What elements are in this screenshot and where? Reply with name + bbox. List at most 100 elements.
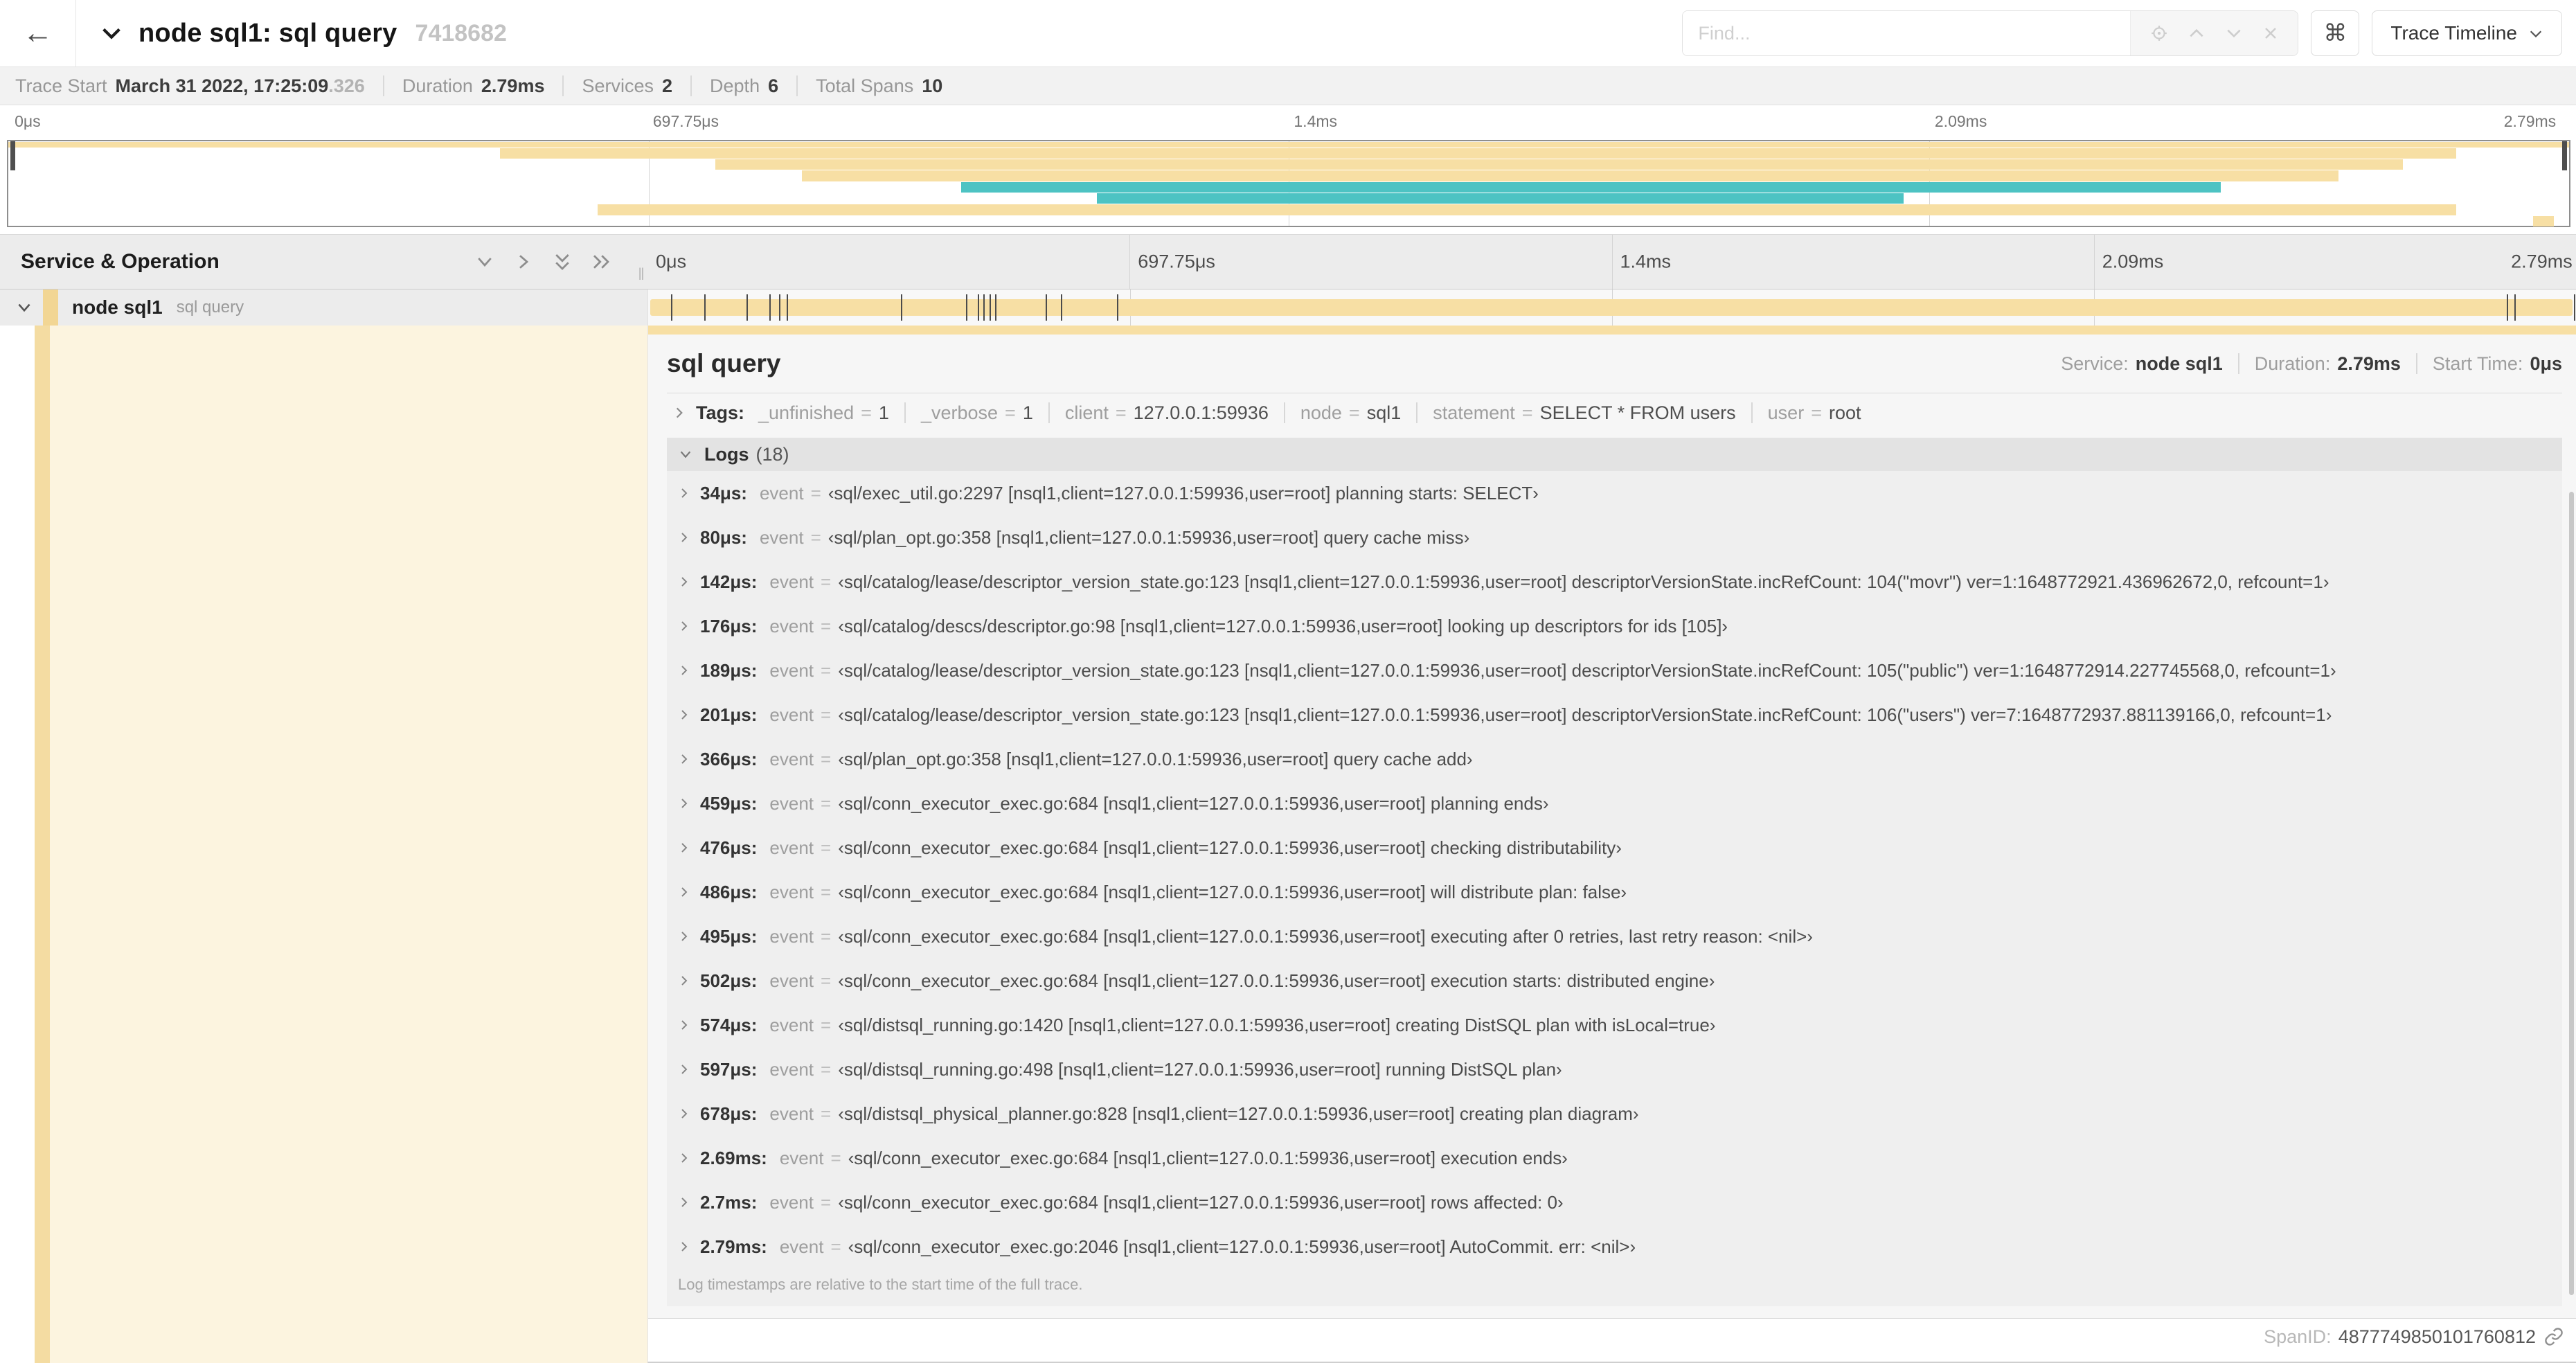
minimap-span-bar[interactable]	[597, 204, 2457, 215]
expand-all-icon[interactable]	[591, 251, 611, 272]
clear-search-icon[interactable]	[2262, 25, 2279, 42]
span-detail-title-row[interactable]: sql query Service: node sql1 Duration: 2…	[667, 335, 2562, 393]
chevron-right-icon[interactable]	[678, 1063, 690, 1076]
back-button[interactable]: ←	[0, 0, 76, 66]
chevron-right-icon[interactable]	[678, 620, 690, 632]
chevron-right-icon[interactable]	[678, 1196, 690, 1209]
log-equals: =	[821, 1014, 832, 1035]
log-field-key: event	[769, 1191, 814, 1213]
log-timestamp: 476μs:	[700, 837, 758, 858]
log-row[interactable]: 34μs: event = ‹sql/exec_util.go:2297 [ns…	[667, 471, 2562, 515]
view-selector-button[interactable]: Trace Timeline	[2372, 10, 2562, 56]
span-detail-indent-fill	[50, 326, 647, 1363]
span-row: node sql1 sql query	[0, 289, 2576, 326]
chevron-right-icon[interactable]	[678, 531, 690, 544]
log-row[interactable]: 495μs: event = ‹sql/conn_executor_exec.g…	[667, 914, 2562, 959]
chevron-right-icon[interactable]	[678, 709, 690, 721]
tag-key: statement	[1433, 402, 1515, 423]
column-resize-grip[interactable]: ‖	[638, 265, 645, 285]
summary-label: Total Spans	[816, 75, 914, 96]
chevron-right-icon[interactable]	[678, 1152, 690, 1164]
keyboard-shortcuts-button[interactable]: ⌘	[2311, 10, 2360, 56]
focus-match-icon[interactable]	[2150, 24, 2168, 42]
chevron-right-icon[interactable]	[678, 576, 690, 588]
minimap-span-bar[interactable]	[715, 159, 2403, 170]
log-marker-tick	[779, 294, 781, 321]
log-row[interactable]: 574μs: event = ‹sql/distsql_running.go:1…	[667, 1003, 2562, 1047]
log-field-value: ‹sql/distsql_physical_planner.go:828 [ns…	[838, 1103, 1639, 1124]
chevron-right-icon[interactable]	[678, 886, 690, 898]
chevron-down-icon[interactable]	[100, 21, 123, 45]
chevron-down-icon[interactable]	[15, 299, 33, 317]
log-row[interactable]: 476μs: event = ‹sql/conn_executor_exec.g…	[667, 826, 2562, 870]
log-row[interactable]: 366μs: event = ‹sql/plan_opt.go:358 [nsq…	[667, 737, 2562, 781]
log-row[interactable]: 678μs: event = ‹sql/distsql_physical_pla…	[667, 1092, 2562, 1136]
log-row[interactable]: 176μs: event = ‹sql/catalog/descs/descri…	[667, 604, 2562, 648]
log-field-value: ‹sql/conn_executor_exec.go:684 [nsql1,cl…	[848, 1147, 1568, 1168]
tag-chip[interactable]: user = root	[1736, 402, 1861, 424]
link-icon[interactable]	[2544, 1327, 2564, 1346]
log-row[interactable]: 80μs: event = ‹sql/plan_opt.go:358 [nsql…	[667, 515, 2562, 560]
chevron-right-icon[interactable]	[678, 930, 690, 943]
expand-collapse-controls	[474, 251, 611, 272]
minimap-span-row	[8, 181, 2569, 193]
collapse-one-icon[interactable]	[474, 251, 495, 272]
log-field-value: ‹sql/distsql_running.go:1420 [nsql1,clie…	[838, 1014, 1716, 1035]
chevron-right-icon[interactable]	[678, 487, 690, 499]
log-row[interactable]: 2.79ms: event = ‹sql/conn_executor_exec.…	[667, 1224, 2562, 1269]
logs-block: Logs (18) 34μs: event = ‹sql/exec_util.g…	[667, 438, 2562, 1306]
tag-chip[interactable]: node = sql1	[1269, 402, 1401, 424]
log-row[interactable]: 597μs: event = ‹sql/distsql_running.go:4…	[667, 1047, 2562, 1092]
log-timestamp: 189μs:	[700, 659, 758, 681]
minimap-span-bar[interactable]	[960, 181, 2221, 193]
logs-header[interactable]: Logs (18)	[667, 438, 2562, 471]
minimap-right-drag-handle[interactable]	[2562, 141, 2567, 170]
log-row[interactable]: 2.69ms: event = ‹sql/conn_executor_exec.…	[667, 1136, 2562, 1180]
chevron-right-icon[interactable]	[678, 1019, 690, 1031]
tags-row[interactable]: Tags: _unfinished = 1 _verbose = 1 clien…	[667, 393, 2562, 432]
minimap-left-drag-handle[interactable]	[10, 141, 15, 170]
tag-chip[interactable]: _unfinished = 1	[758, 402, 889, 424]
log-field-key: event	[769, 1103, 814, 1124]
tag-chip[interactable]: statement = SELECT * FROM users	[1401, 402, 1735, 424]
log-row[interactable]: 2.7ms: event = ‹sql/conn_executor_exec.g…	[667, 1180, 2562, 1224]
span-name-cell[interactable]: node sql1 sql query	[0, 289, 647, 326]
log-marker-tick	[983, 294, 985, 321]
log-row[interactable]: 486μs: event = ‹sql/conn_executor_exec.g…	[667, 870, 2562, 914]
command-icon: ⌘	[2323, 20, 2347, 46]
minimap-span-bar[interactable]	[2533, 215, 2554, 227]
find-input[interactable]	[1683, 11, 2131, 55]
expand-one-icon[interactable]	[513, 251, 534, 272]
minimap-span-bar[interactable]	[8, 141, 2569, 148]
chevron-right-icon[interactable]	[672, 406, 686, 420]
span-timeline-cell	[647, 289, 2576, 326]
chevron-right-icon[interactable]	[678, 1107, 690, 1120]
prev-result-icon[interactable]	[2188, 24, 2206, 42]
chevron-right-icon[interactable]	[678, 753, 690, 765]
minimap-canvas[interactable]	[7, 140, 2570, 227]
chevron-right-icon[interactable]	[678, 841, 690, 854]
summary-value: 10	[922, 75, 943, 96]
scrollbar-thumb[interactable]	[2569, 492, 2574, 1295]
chevron-down-icon[interactable]	[678, 447, 693, 462]
tag-chip[interactable]: client = 127.0.0.1:59936	[1033, 402, 1269, 424]
trace-summary-item: Depth 6	[672, 75, 778, 97]
chevron-right-icon[interactable]	[678, 797, 690, 810]
minimap-span-bar[interactable]	[1096, 193, 1904, 204]
span-duration-bar[interactable]	[650, 299, 2573, 316]
log-marker-tick	[966, 294, 968, 321]
chevron-right-icon[interactable]	[678, 1240, 690, 1253]
minimap-span-bar[interactable]	[802, 170, 2339, 181]
log-marker-tick	[671, 294, 673, 321]
log-row[interactable]: 502μs: event = ‹sql/conn_executor_exec.g…	[667, 959, 2562, 1003]
chevron-right-icon[interactable]	[678, 974, 690, 987]
tag-chip[interactable]: _verbose = 1	[889, 402, 1033, 424]
minimap-span-bar[interactable]	[500, 148, 2457, 159]
collapse-all-icon[interactable]	[552, 251, 573, 272]
log-row[interactable]: 189μs: event = ‹sql/catalog/lease/descri…	[667, 648, 2562, 693]
log-row[interactable]: 459μs: event = ‹sql/conn_executor_exec.g…	[667, 781, 2562, 826]
next-result-icon[interactable]	[2225, 24, 2243, 42]
log-row[interactable]: 142μs: event = ‹sql/catalog/lease/descri…	[667, 560, 2562, 604]
chevron-right-icon[interactable]	[678, 664, 690, 677]
log-row[interactable]: 201μs: event = ‹sql/catalog/lease/descri…	[667, 693, 2562, 737]
